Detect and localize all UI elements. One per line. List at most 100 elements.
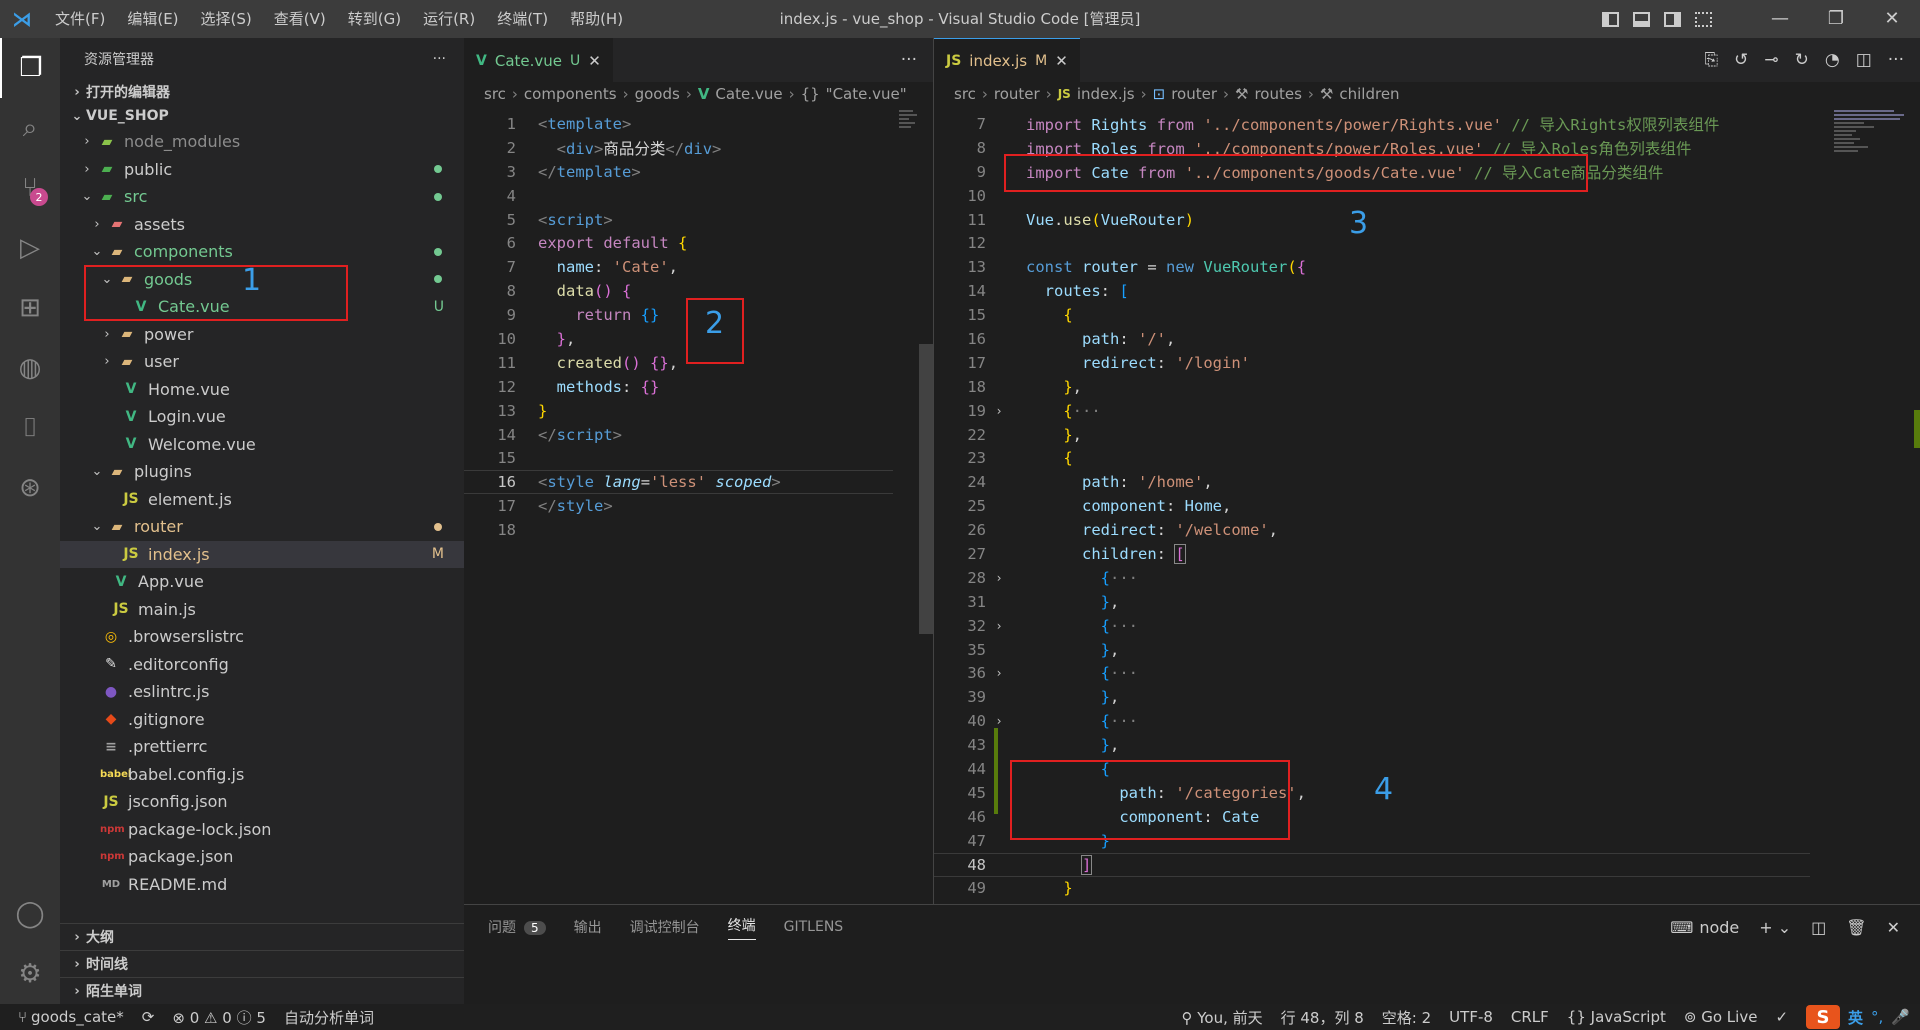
- kill-terminal-icon[interactable]: 🗑: [1846, 918, 1866, 937]
- toggle-secondary-sidebar-icon[interactable]: [1664, 11, 1681, 27]
- extensions-icon[interactable]: ⊞: [0, 278, 60, 338]
- breadcrumb-item[interactable]: children: [1339, 85, 1399, 103]
- tree-item-welcome-vue[interactable]: V Welcome.vue: [60, 431, 464, 459]
- tree-item-app-vue[interactable]: V App.vue: [60, 568, 464, 596]
- scrollbar-thumb-left[interactable]: [919, 344, 933, 634]
- menu-view[interactable]: 查看(V): [263, 0, 337, 38]
- breadcrumb-item[interactable]: index.js: [1077, 85, 1135, 103]
- chevron-right-icon[interactable]: ›: [990, 666, 1008, 680]
- gitlens-icon[interactable]: ⊛: [0, 458, 60, 518]
- indentation[interactable]: 空格: 2: [1382, 1007, 1431, 1028]
- explorer-icon[interactable]: ❐: [0, 38, 60, 98]
- chevron-right-icon[interactable]: ›: [990, 714, 1008, 728]
- tree-item-element-js[interactable]: JS element.js: [60, 486, 464, 514]
- tab-debug-console[interactable]: 调试控制台: [630, 917, 700, 937]
- tree-item-package-json[interactable]: npm package.json: [60, 843, 464, 871]
- breadcrumb-item[interactable]: src: [484, 85, 506, 103]
- tree-item-user[interactable]: › ▰ user: [60, 348, 464, 376]
- previous-change-icon[interactable]: ↺: [1734, 50, 1748, 70]
- unfamiliar-words-section[interactable]: › 陌生单词: [60, 977, 464, 1004]
- tree-item-editorconfig[interactable]: ✎ .editorconfig: [60, 651, 464, 679]
- cursor-position[interactable]: 行 48，列 8: [1281, 1007, 1364, 1028]
- chevron-right-icon[interactable]: ›: [990, 404, 1008, 418]
- outline-section[interactable]: › 大纲: [60, 923, 464, 950]
- breadcrumb-item[interactable]: src: [954, 85, 976, 103]
- tab-index-js[interactable]: JS index.js M ✕: [934, 38, 1080, 82]
- close-tab-icon[interactable]: ✕: [588, 52, 601, 70]
- encoding[interactable]: UTF-8: [1449, 1008, 1493, 1026]
- remote-explorer-icon[interactable]: ◍: [0, 338, 60, 398]
- settings-gear-icon[interactable]: ⚙: [0, 944, 60, 1004]
- tree-item-node-modules[interactable]: › ▰ node_modules: [60, 128, 464, 156]
- timeline-section[interactable]: › 时间线: [60, 950, 464, 977]
- account-icon[interactable]: ◯: [0, 884, 60, 944]
- tree-item-src[interactable]: ⌄ ▰ src: [60, 183, 464, 211]
- tree-item-gitignore[interactable]: ◆ .gitignore: [60, 706, 464, 734]
- tree-item-router[interactable]: ⌄ ▰ router: [60, 513, 464, 541]
- tree-item-main-js[interactable]: JS main.js: [60, 596, 464, 624]
- menu-terminal[interactable]: 终端(T): [486, 0, 559, 38]
- check-icon[interactable]: ✓: [1775, 1008, 1788, 1026]
- minimap-right[interactable]: [1834, 108, 1914, 228]
- menu-help[interactable]: 帮助(H): [559, 0, 634, 38]
- restore-icon[interactable]: ❐: [1808, 0, 1864, 38]
- tab-problems[interactable]: 问题 5: [488, 917, 546, 937]
- menu-edit[interactable]: 编辑(E): [116, 0, 189, 38]
- close-window-icon[interactable]: ✕: [1864, 0, 1920, 38]
- tab-gitlens[interactable]: GITLENS: [784, 919, 844, 935]
- run-debug-icon[interactable]: ▷: [0, 218, 60, 278]
- minimap-left[interactable]: [899, 108, 919, 228]
- ime-mode[interactable]: 英: [1848, 1007, 1863, 1028]
- menu-selection[interactable]: 选择(S): [190, 0, 263, 38]
- tree-item-power[interactable]: › ▰ power: [60, 321, 464, 349]
- tree-item-browserslistrc[interactable]: ◎ .browserslistrc: [60, 623, 464, 651]
- open-editors-section[interactable]: › 打开的编辑器: [60, 80, 464, 104]
- split-terminal-icon[interactable]: ◫: [1811, 918, 1826, 937]
- chevron-right-icon[interactable]: ›: [990, 619, 1008, 633]
- language-mode[interactable]: {} JavaScript: [1567, 1008, 1666, 1026]
- terminal-selector[interactable]: ⌨ node: [1670, 918, 1739, 937]
- project-section[interactable]: ⌄ VUE_SHOP: [60, 104, 464, 128]
- customize-layout-icon[interactable]: [1695, 11, 1712, 27]
- breadcrumb-item[interactable]: "Cate.vue": [826, 85, 907, 103]
- tree-item-prettierrc[interactable]: ≡ .prettierrc: [60, 733, 464, 761]
- microphone-icon[interactable]: 🎤: [1891, 1008, 1910, 1026]
- tree-item-plugins[interactable]: ⌄ ▰ plugins: [60, 458, 464, 486]
- punctuation-icon[interactable]: °,: [1871, 1008, 1883, 1026]
- breadcrumb-item[interactable]: components: [524, 85, 617, 103]
- more-actions-icon[interactable]: ···: [1888, 50, 1904, 70]
- tree-item-home-vue[interactable]: V Home.vue: [60, 376, 464, 404]
- commit-icon[interactable]: ⊸: [1764, 50, 1778, 70]
- tree-item-jsconfig[interactable]: JS jsconfig.json: [60, 788, 464, 816]
- breadcrumb-item[interactable]: Cate.vue: [715, 85, 782, 103]
- end-of-line[interactable]: CRLF: [1511, 1008, 1549, 1026]
- git-blame-item[interactable]: ⚲ You, 前天: [1181, 1007, 1262, 1028]
- chevron-right-icon[interactable]: ›: [990, 571, 1008, 585]
- split-editor-icon[interactable]: ◫: [1856, 50, 1872, 70]
- problems-item[interactable]: ⊗ 0 ⚠ 0 ⓘ 5: [172, 1007, 266, 1028]
- source-control-icon[interactable]: ⑂ 2: [0, 158, 60, 218]
- tree-item-readme[interactable]: MD README.md: [60, 871, 464, 899]
- toggle-panel-icon[interactable]: [1633, 11, 1650, 27]
- go-live-button[interactable]: ⊚ Go Live: [1684, 1008, 1758, 1026]
- auto-analyze-words[interactable]: 自动分析单词: [284, 1007, 374, 1028]
- new-terminal-icon[interactable]: + ⌄: [1759, 918, 1791, 937]
- tab-output[interactable]: 输出: [574, 917, 602, 937]
- tree-item-package-lock[interactable]: npm package-lock.json: [60, 816, 464, 844]
- tree-item-eslintrc[interactable]: ● .eslintrc.js: [60, 678, 464, 706]
- search-icon[interactable]: ⌕: [0, 98, 60, 158]
- sync-icon[interactable]: ⟳: [142, 1008, 155, 1026]
- tree-item-public[interactable]: › ▰ public: [60, 156, 464, 184]
- tab-terminal[interactable]: 终端: [727, 915, 756, 940]
- breadcrumb-item[interactable]: routes: [1254, 85, 1301, 103]
- tab-cate-vue[interactable]: V Cate.vue U ✕: [464, 38, 613, 82]
- open-changes-icon[interactable]: ⎘: [1705, 50, 1719, 70]
- tree-item-index-js[interactable]: JS index.js M: [60, 540, 464, 568]
- sogou-ime-icon[interactable]: S: [1806, 1005, 1841, 1029]
- minimize-icon[interactable]: —: [1752, 0, 1808, 38]
- close-panel-icon[interactable]: ✕: [1887, 918, 1900, 937]
- breadcrumb-item[interactable]: router: [994, 85, 1040, 103]
- toggle-sidebar-icon[interactable]: [1602, 11, 1619, 27]
- bookmarks-icon[interactable]: ⌷: [0, 398, 60, 458]
- breadcrumb-item[interactable]: goods: [635, 85, 680, 103]
